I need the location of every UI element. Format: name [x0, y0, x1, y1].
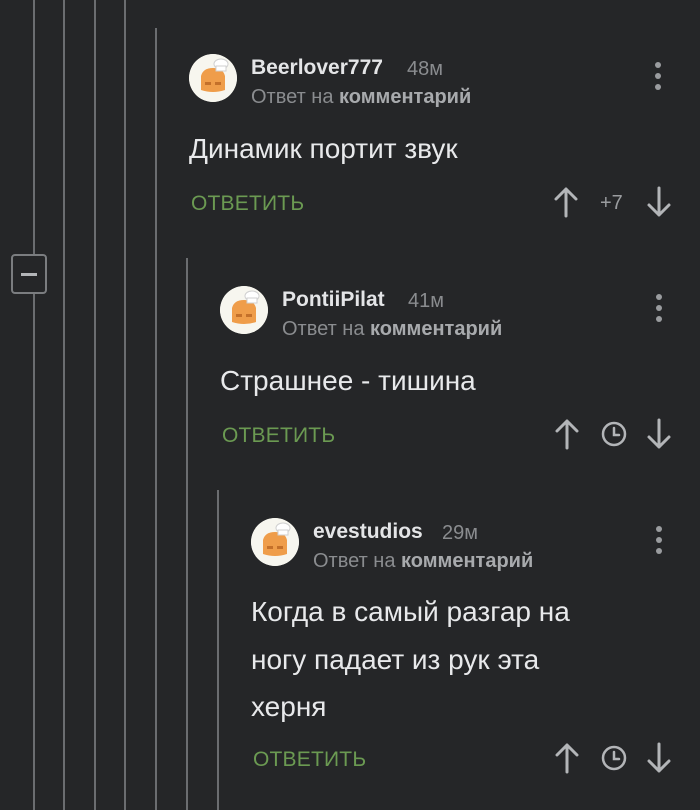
reply-to-prefix: Ответ на: [282, 318, 365, 340]
thread-line: [94, 0, 96, 810]
author-name[interactable]: evestudios: [313, 520, 423, 544]
comment: evestudios 29м Ответ на комментарий Когд…: [251, 518, 681, 788]
thread-line: [33, 0, 35, 810]
vote-score: +7: [600, 192, 623, 214]
comment-text: Динамик портит звук: [189, 133, 458, 164]
avatar-chef-icon: [220, 286, 268, 334]
thread-line: [124, 0, 126, 810]
comment: PontiiPilat 41м Ответ на комментарий Стр…: [220, 286, 680, 466]
reply-to-link[interactable]: комментарий: [339, 86, 471, 108]
reply-button[interactable]: ОТВЕТИТЬ: [222, 424, 335, 448]
upvote-arrow-icon[interactable]: [553, 186, 579, 218]
reply-to-prefix: Ответ на: [313, 550, 396, 572]
upvote-arrow-icon[interactable]: [554, 742, 580, 774]
reply-to-info: Ответ на комментарий: [282, 318, 502, 341]
reply-button[interactable]: ОТВЕТИТЬ: [253, 748, 366, 772]
clock-icon[interactable]: [600, 420, 628, 448]
downvote-arrow-icon[interactable]: [646, 186, 672, 218]
reply-button[interactable]: ОТВЕТИТЬ: [191, 192, 304, 216]
comment-time: 29м: [442, 522, 478, 544]
clock-icon[interactable]: [600, 744, 628, 772]
comment-text-line: ногу падает из рук эта: [251, 644, 540, 675]
avatar[interactable]: [251, 518, 299, 566]
comment-text-line: Когда в самый разгар на: [251, 596, 570, 627]
avatar[interactable]: [189, 54, 237, 102]
comment-text-line: херня: [251, 691, 327, 722]
thread-line: [217, 490, 219, 810]
thread-line: [186, 258, 188, 810]
thread-line: [155, 28, 157, 810]
comments-screen: Beerlover777 48м Ответ на комментарий Ди…: [0, 0, 700, 810]
thread-line: [63, 0, 65, 810]
comment-text: Страшнее - тишина: [220, 365, 476, 396]
reply-to-info: Ответ на комментарий: [251, 86, 471, 109]
downvote-arrow-icon[interactable]: [646, 418, 672, 450]
avatar[interactable]: [220, 286, 268, 334]
downvote-arrow-icon[interactable]: [646, 742, 672, 774]
collapse-thread-button[interactable]: [11, 254, 47, 294]
reply-to-link[interactable]: комментарий: [401, 550, 533, 572]
comment: Beerlover777 48м Ответ на комментарий Ди…: [189, 54, 679, 234]
reply-to-prefix: Ответ на: [251, 86, 334, 108]
avatar-chef-icon: [251, 518, 299, 566]
comment-time: 41м: [408, 290, 444, 312]
more-options-icon[interactable]: [654, 294, 664, 324]
avatar-chef-icon: [189, 54, 237, 102]
collapse-icon: [21, 273, 37, 276]
author-name[interactable]: PontiiPilat: [282, 288, 385, 312]
more-options-icon[interactable]: [653, 62, 663, 92]
reply-to-link[interactable]: комментарий: [370, 318, 502, 340]
reply-to-info: Ответ на комментарий: [313, 550, 533, 573]
upvote-arrow-icon[interactable]: [554, 418, 580, 450]
author-name[interactable]: Beerlover777: [251, 56, 383, 80]
more-options-icon[interactable]: [654, 526, 664, 556]
comment-time: 48м: [407, 58, 443, 80]
